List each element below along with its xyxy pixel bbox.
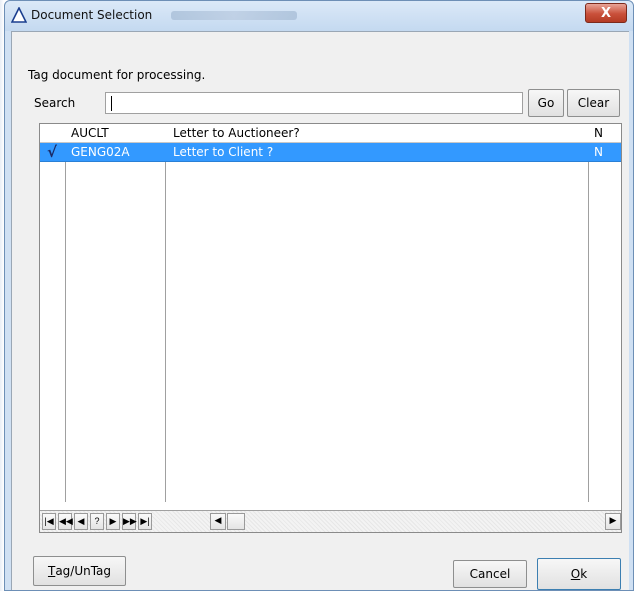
description-cell: Letter to Client ? bbox=[173, 145, 274, 159]
go-button[interactable]: Go bbox=[528, 89, 564, 117]
scroll-left-button[interactable]: ◀ bbox=[210, 513, 226, 530]
table-row-selected[interactable]: √ GENG02A Letter to Client ? N bbox=[40, 143, 621, 162]
code-cell: GENG02A bbox=[71, 145, 130, 159]
triangle-warning-icon bbox=[11, 7, 27, 23]
search-record-button[interactable]: ? bbox=[90, 513, 104, 530]
code-cell: AUCLT bbox=[71, 126, 109, 140]
search-input[interactable] bbox=[105, 92, 523, 114]
clear-button[interactable]: Clear bbox=[567, 89, 620, 117]
table-row[interactable]: AUCLT Letter to Auctioneer? N bbox=[40, 124, 621, 143]
tag-untag-mnemonic: T bbox=[47, 564, 56, 578]
next-page-button[interactable]: ▶▶ bbox=[122, 513, 137, 530]
last-record-button[interactable]: ▶| bbox=[138, 513, 152, 530]
document-selection-dialog: Document Selection X Tag document for pr… bbox=[4, 0, 634, 591]
flag-cell: N bbox=[594, 145, 603, 159]
first-record-button[interactable]: |◀ bbox=[42, 513, 56, 530]
scroll-right-button[interactable]: ▶ bbox=[605, 513, 621, 530]
column-divider bbox=[588, 124, 589, 502]
tag-untag-button[interactable]: Tag/UnTag bbox=[33, 556, 126, 586]
description-cell: Letter to Auctioneer? bbox=[173, 126, 300, 140]
horizontal-scroll-thumb[interactable] bbox=[227, 513, 245, 530]
tag-untag-label: ag/UnTag bbox=[55, 564, 112, 578]
column-divider bbox=[165, 124, 166, 502]
previous-page-button[interactable]: ◀◀ bbox=[58, 513, 73, 530]
cancel-button[interactable]: Cancel bbox=[453, 560, 527, 588]
flag-cell: N bbox=[594, 126, 603, 140]
title-blurred-text bbox=[171, 11, 297, 20]
search-label: Search bbox=[34, 96, 76, 110]
document-grid[interactable]: AUCLT Letter to Auctioneer? N √ GENG02A … bbox=[39, 123, 622, 533]
close-button[interactable]: X bbox=[585, 3, 627, 23]
column-divider bbox=[65, 124, 66, 502]
text-caret bbox=[111, 96, 112, 111]
grid-navigator-bar: |◀ ◀◀ ◀ ? ▶ ▶▶ ▶| ◀ ▶ bbox=[40, 510, 621, 532]
title-bar[interactable]: Document Selection X bbox=[5, 1, 633, 31]
window-title: Document Selection bbox=[31, 8, 153, 22]
ok-label: k bbox=[580, 567, 588, 581]
ok-button[interactable]: Ok bbox=[537, 558, 621, 590]
ok-mnemonic: O bbox=[570, 567, 581, 581]
dialog-body: Tag document for processing. Search Go C… bbox=[11, 31, 629, 590]
next-record-button[interactable]: ▶ bbox=[106, 513, 120, 530]
tag-check-icon[interactable]: √ bbox=[47, 143, 57, 161]
previous-record-button[interactable]: ◀ bbox=[74, 513, 88, 530]
instruction-label: Tag document for processing. bbox=[28, 68, 206, 82]
